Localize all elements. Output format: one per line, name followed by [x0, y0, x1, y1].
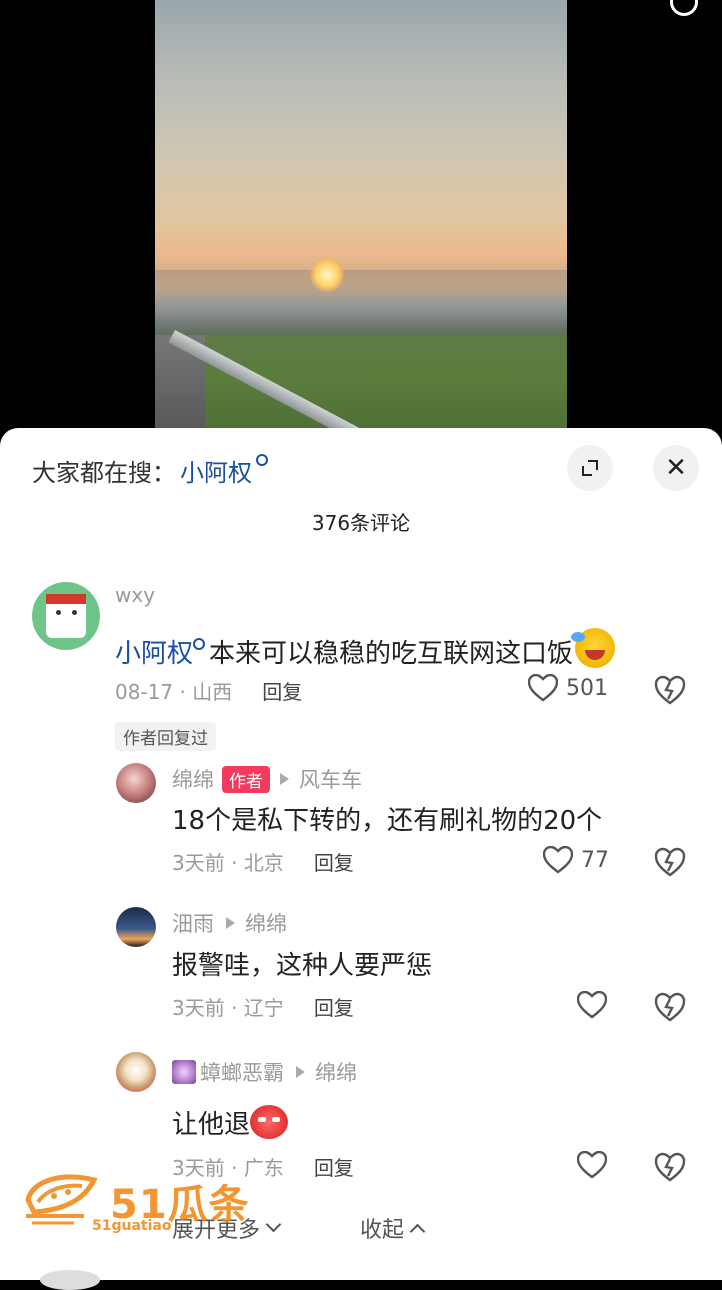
reply-meta: 3天前 · 北京 回复	[172, 851, 354, 875]
like-button[interactable]: 501	[528, 674, 608, 702]
author-badge: 作者	[222, 765, 270, 793]
reply-body: 让他退	[172, 1110, 251, 1140]
sun	[310, 258, 344, 292]
comment-sheet	[0, 428, 722, 1280]
reply-header: 绵绵 作者 风车车	[172, 764, 362, 794]
dislike-icon[interactable]	[654, 847, 686, 877]
chevron-down-icon	[265, 1216, 282, 1232]
reply-to-username[interactable]: 风车车	[299, 764, 362, 794]
video-player[interactable]	[0, 0, 722, 440]
reply-location: 辽宁	[243, 996, 284, 1020]
reply-text: 让他退	[172, 1099, 289, 1141]
user-emblem-icon	[172, 1060, 196, 1084]
collapse-button[interactable]: 收起	[360, 1212, 426, 1244]
reply-to-username[interactable]: 绵绵	[245, 908, 287, 938]
avatar-band	[46, 594, 86, 604]
reply-arrow-icon	[226, 917, 235, 929]
avatar[interactable]	[116, 763, 156, 803]
reply-arrow-icon	[296, 1066, 305, 1078]
reply-username[interactable]: 蟑螂恶霸	[200, 1057, 284, 1087]
like-button[interactable]	[577, 991, 607, 1019]
hot-search-term[interactable]: 小阿权	[180, 453, 252, 488]
comment-text: 小阿权 本来可以稳稳的吃互联网这口饭	[115, 622, 616, 670]
video-frame	[155, 0, 567, 440]
heart-icon	[528, 674, 558, 702]
reply-header: 沺雨 绵绵	[172, 908, 287, 938]
author-replied-tag: 作者回复过	[115, 722, 216, 751]
chevron-up-icon	[409, 1223, 426, 1239]
mention-link[interactable]: 小阿权	[115, 639, 193, 669]
avatar[interactable]	[116, 907, 156, 947]
watermark: 51瓜条 51guatiao	[24, 1170, 254, 1240]
angry-emoji-icon	[250, 1105, 289, 1139]
close-button[interactable]: ✕	[653, 445, 699, 491]
avatar-eye	[56, 610, 61, 615]
next-comment-avatar	[40, 1270, 100, 1290]
heart-icon	[577, 1151, 607, 1179]
like-button[interactable]: 77	[543, 846, 609, 874]
search-icon[interactable]	[670, 0, 698, 16]
reply-arrow-icon	[280, 773, 289, 785]
heart-icon	[543, 846, 573, 874]
cloud-band	[155, 270, 567, 290]
reply-button[interactable]: 回复	[314, 1156, 354, 1180]
laugh-cry-emoji-icon	[571, 628, 616, 668]
avatar[interactable]	[116, 1052, 156, 1092]
reply-button[interactable]: 回复	[314, 996, 354, 1020]
search-icon	[193, 638, 206, 650]
heart-icon	[577, 991, 607, 1019]
reply-username[interactable]: 沺雨	[172, 908, 214, 938]
rice-field	[155, 335, 567, 440]
comment-location: 山西	[192, 680, 233, 704]
dislike-icon[interactable]	[654, 675, 686, 705]
like-count: 77	[581, 847, 609, 873]
reply-text: 报警哇，这种人要严惩	[172, 951, 433, 981]
reply-meta: 3天前 · 辽宁 回复	[172, 996, 354, 1020]
dislike-icon[interactable]	[654, 992, 686, 1022]
expand-button[interactable]	[567, 445, 613, 491]
comment-body: 本来可以稳稳的吃互联网这口饭	[209, 639, 574, 669]
expand-icon	[582, 460, 598, 476]
reply-header: 蟑螂恶霸 绵绵	[172, 1057, 357, 1087]
hot-search-label: 大家都在搜：	[32, 458, 176, 487]
search-icon	[256, 454, 268, 466]
reply-button[interactable]: 回复	[262, 680, 302, 704]
reply-text: 18个是私下转的，还有刷礼物的20个	[172, 806, 603, 836]
collapse-label: 收起	[360, 1218, 405, 1243]
reply-date: 3天前	[172, 996, 225, 1020]
close-icon: ✕	[665, 453, 687, 483]
comment-meta: 08-17 · 山西 回复	[115, 680, 303, 704]
avatar-eye	[72, 610, 77, 615]
reply-to-username[interactable]: 绵绵	[315, 1057, 357, 1087]
watermark-subtext: 51guatiao	[92, 1218, 172, 1234]
reply-date: 3天前	[172, 851, 225, 875]
hot-search-row[interactable]: 大家都在搜： 小阿权	[32, 452, 268, 488]
reply-button[interactable]: 回复	[314, 851, 354, 875]
reply-location: 北京	[243, 851, 284, 875]
reply-username[interactable]: 绵绵	[172, 764, 214, 794]
like-count: 501	[566, 675, 608, 701]
avatar[interactable]	[32, 582, 100, 650]
dislike-icon[interactable]	[654, 1152, 686, 1182]
like-button[interactable]	[577, 1151, 607, 1179]
comment-count: 376条评论	[311, 511, 411, 535]
comment-username[interactable]: wxy	[115, 583, 155, 607]
comment-date: 08-17	[115, 680, 174, 704]
